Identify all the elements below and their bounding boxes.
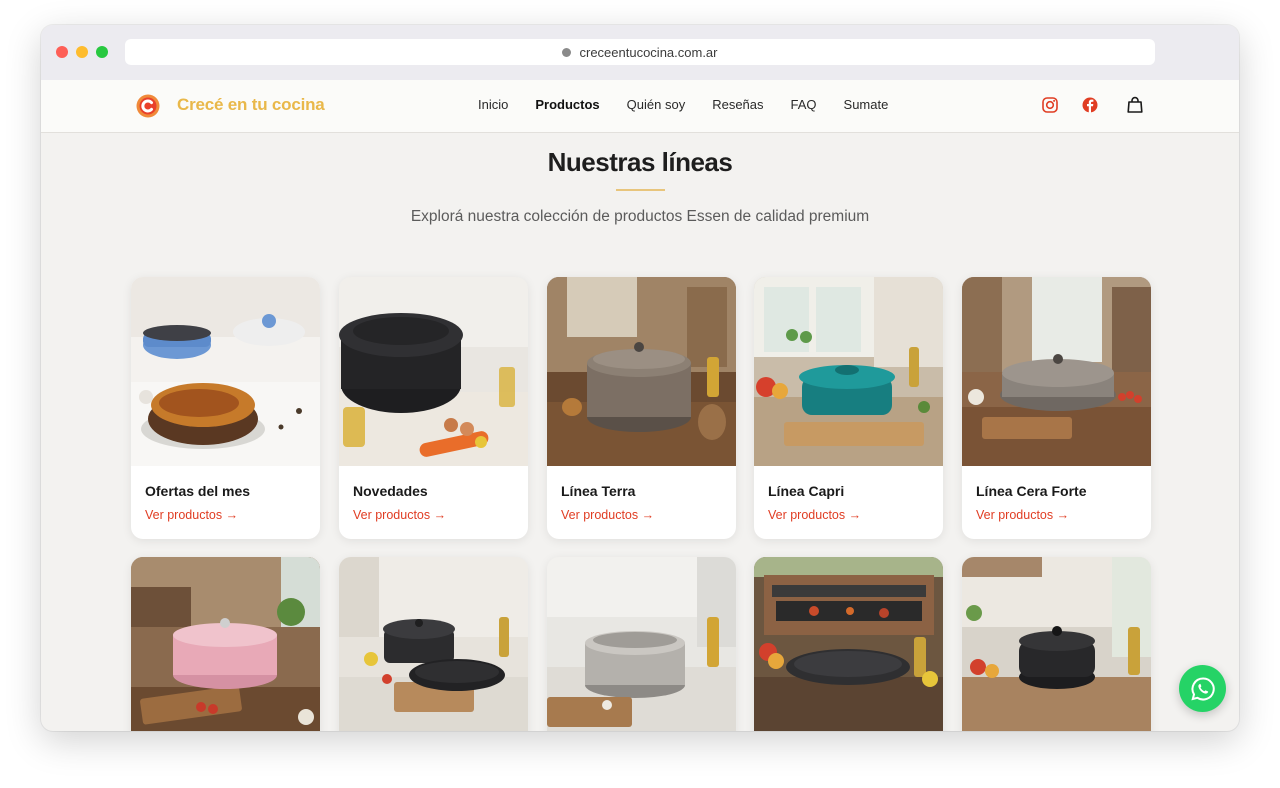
main-nav: Inicio Productos Quién soy Reseñas FAQ S… [478,97,915,112]
nav-productos[interactable]: Productos [535,97,599,112]
browser-chrome: creceentucocina.com.ar [41,25,1239,80]
view-products-link[interactable]: Ver productos → [976,508,1069,522]
close-window-button[interactable] [56,46,68,58]
card-product-image-10[interactable] [962,557,1151,731]
site-info-icon [562,47,572,57]
product-image [339,277,528,466]
nav-inicio[interactable]: Inicio [478,97,508,112]
product-image [754,277,943,466]
product-image [754,557,943,731]
section-subtitle: Explorá nuestra colección de productos E… [410,208,870,225]
card-ofertas-del-mes[interactable]: Ofertas del mes Ver productos → [131,277,320,539]
product-image [962,557,1151,731]
whatsapp-icon [1190,676,1215,700]
minimize-window-button[interactable] [76,46,88,58]
title-underline [616,189,665,191]
site-header: Crecé en tu cocina Inicio Productos Quié… [41,80,1239,133]
facebook-icon[interactable] [1081,96,1099,114]
logo-icon[interactable] [135,93,161,119]
view-products-link[interactable]: Ver productos → [561,508,654,522]
brand-name[interactable]: Crecé en tu cocina [177,95,325,115]
card-title: Línea Capri [768,483,845,499]
section-title: Nuestras líneas [547,147,733,177]
card-title: Línea Terra [561,483,636,499]
product-image [339,557,528,731]
browser-window: creceentucocina.com.ar Crecé en tu cocin… [41,25,1239,731]
card-product-image-9[interactable] [754,557,943,731]
card-novedades[interactable]: Novedades Ver productos → [339,277,528,539]
view-products-link[interactable]: Ver productos → [353,508,446,522]
card-title: Novedades [353,483,428,499]
card-product-image-8[interactable] [547,557,736,731]
card-linea-capri[interactable]: Línea Capri Ver productos → [754,277,943,539]
card-product-image-6[interactable] [131,557,320,731]
card-title: Ofertas del mes [145,483,251,499]
product-image [547,277,736,466]
address-bar[interactable]: creceentucocina.com.ar [125,39,1155,65]
card-linea-cera-forte[interactable]: Línea Cera Forte Ver productos → [962,277,1151,539]
card-title: Línea Cera Forte [976,483,1087,499]
view-products-link[interactable]: Ver productos → [768,508,861,522]
nav-faq[interactable]: FAQ [791,97,817,112]
product-image [962,277,1151,466]
shopping-bag-icon[interactable] [1126,96,1144,114]
whatsapp-button[interactable] [1179,665,1226,712]
url-text: creceentucocina.com.ar [579,44,718,60]
card-product-image-7[interactable] [339,557,528,731]
nav-sumate[interactable]: Sumate [844,97,889,112]
nav-resenas[interactable]: Reseñas [712,97,763,112]
instagram-icon[interactable] [1041,96,1059,114]
card-linea-terra[interactable]: Línea Terra Ver productos → [547,277,736,539]
view-products-link[interactable]: Ver productos → [145,508,238,522]
product-image [131,277,320,466]
maximize-window-button[interactable] [96,46,108,58]
product-image [547,557,736,731]
nav-quien-soy[interactable]: Quién soy [627,97,686,112]
product-image [131,557,320,731]
